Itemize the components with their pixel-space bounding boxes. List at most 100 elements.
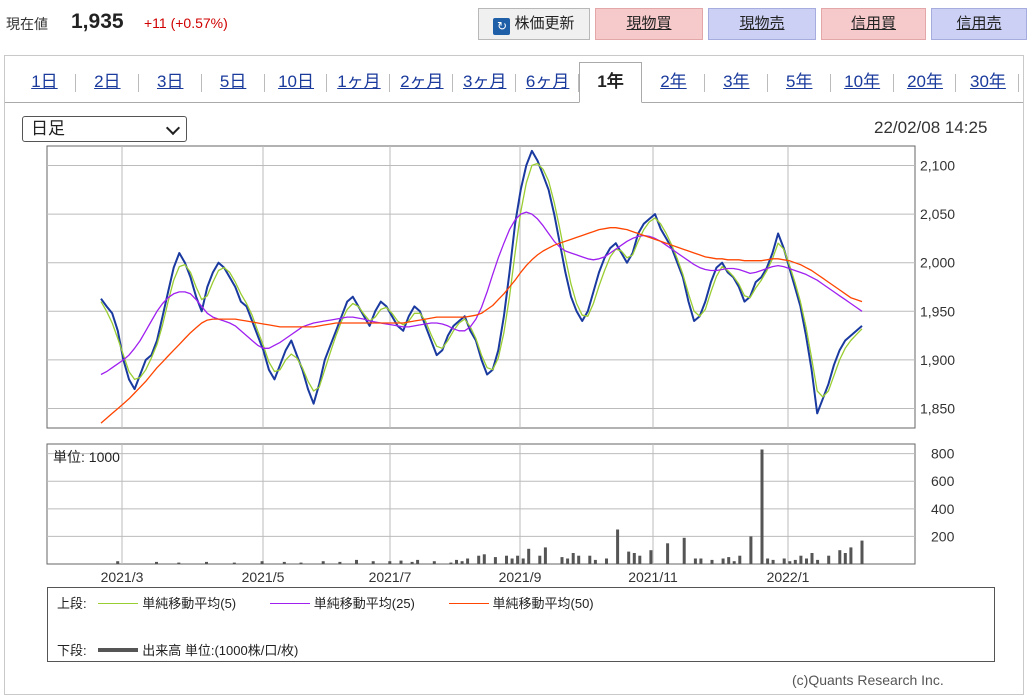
legend-ma50-label: 単純移動平均(50)	[492, 596, 594, 611]
volume-bar-69	[482, 554, 486, 564]
volume-bar-73	[505, 555, 508, 564]
volume-bar-46	[355, 559, 358, 564]
volume-bar-64	[455, 559, 458, 564]
volume-bar-24	[232, 562, 236, 564]
volume-bar-71	[493, 557, 497, 564]
volume-bar-107	[693, 558, 697, 564]
legend-upper-row: 上段: 単純移動平均(5) 単純移動平均(25) 単純移動平均(50)	[57, 593, 594, 612]
x-tick-1: 2021/5	[242, 569, 285, 585]
volume-bar-97	[638, 555, 642, 564]
x-tick-2: 2021/7	[369, 569, 412, 585]
volume-bar-65	[460, 561, 464, 564]
volume-bar-68	[477, 555, 481, 564]
volume-bar-86	[577, 555, 581, 564]
volume-bar-127	[805, 558, 808, 564]
price-y-tick-4: 2,050	[920, 206, 955, 222]
volume-bar-49	[371, 561, 375, 564]
volume-bar-80	[543, 547, 547, 564]
legend-ma25-swatch	[269, 603, 310, 604]
volume-bar-10	[155, 561, 158, 564]
volume-bar-102	[666, 543, 670, 564]
volume-bar-83	[560, 557, 564, 564]
volume-bar-36	[299, 562, 303, 564]
volume-bar-110	[710, 559, 714, 564]
volume-bar-63	[449, 562, 453, 564]
volume-bar-114	[732, 561, 736, 564]
volume-bar-121	[771, 559, 775, 564]
volume-bar-76	[521, 558, 525, 564]
volume-bar-79	[538, 555, 542, 564]
legend-lower-label: 下段:	[57, 643, 87, 658]
volume-y-tick-3: 800	[931, 446, 955, 462]
volume-bar-134	[843, 553, 847, 564]
volume-bar-112	[721, 558, 725, 564]
legend-volume-swatch	[98, 648, 139, 652]
legend-lower-row: 下段: 出来高 単位:(1000株/口/枚)	[57, 640, 298, 659]
volume-bar-133	[838, 550, 842, 564]
legend-volume-label: 出来高 単位:(1000株/口/枚)	[142, 643, 299, 658]
volume-bar-124	[788, 561, 792, 564]
volume-bar-95	[627, 551, 631, 564]
volume-unit-label: 単位: 1000	[53, 449, 120, 465]
volume-bar-56	[410, 561, 414, 564]
volume-bar-137	[860, 540, 864, 564]
volume-bar-89	[593, 559, 597, 564]
volume-bar-123	[782, 558, 786, 564]
copyright: (c)Quants Research Inc.	[792, 672, 944, 688]
volume-bar-131	[827, 555, 831, 564]
volume-bar-57	[416, 559, 420, 564]
x-tick-5: 2022/1	[767, 569, 810, 585]
volume-bar-77	[527, 548, 531, 564]
volume-y-tick-1: 400	[931, 501, 955, 517]
x-tick-3: 2021/9	[499, 569, 542, 585]
volume-bar-113	[727, 557, 731, 564]
volume-bar-3	[116, 561, 120, 564]
volume-bar-135	[849, 547, 853, 564]
price-y-tick-5: 2,100	[920, 157, 955, 173]
volume-bar-75	[516, 555, 520, 564]
volume-bar-117	[749, 536, 753, 564]
volume-plot-frame	[46, 443, 916, 565]
legend-upper-label: 上段:	[57, 596, 87, 611]
price-y-tick-0: 1,850	[920, 401, 955, 417]
volume-bar-91	[605, 558, 608, 564]
volume-y-tick-0: 200	[931, 528, 955, 544]
price-y-tick-1: 1,900	[920, 352, 955, 368]
legend-ma5-label: 単純移動平均(5)	[142, 596, 237, 611]
volume-bar-126	[799, 555, 803, 564]
volume-bar-40	[321, 561, 325, 564]
legend-ma25-label: 単純移動平均(25)	[313, 596, 415, 611]
legend-ma50-swatch	[448, 603, 489, 604]
volume-bar-19	[205, 561, 208, 564]
volume-bar-125	[793, 559, 797, 564]
volume-bar-93	[616, 529, 620, 564]
chart-legend: 上段: 単純移動平均(5) 単純移動平均(25) 単純移動平均(50) 下段: …	[47, 587, 995, 662]
price-plot-frame	[46, 145, 916, 429]
volume-bar-54	[399, 560, 403, 564]
legend-ma5-swatch	[98, 603, 139, 604]
volume-bar-108	[699, 558, 703, 564]
volume-bar-120	[766, 558, 770, 564]
price-y-tick-3: 2,000	[920, 255, 955, 271]
x-tick-0: 2021/3	[101, 569, 144, 585]
volume-bar-60	[432, 561, 436, 564]
volume-bar-14	[177, 562, 181, 564]
price-y-tick-2: 1,950	[920, 303, 955, 319]
volume-bar-29	[260, 561, 264, 564]
x-tick-4: 2021/11	[628, 569, 678, 585]
volume-bar-33	[282, 561, 286, 564]
volume-bar-85	[571, 553, 575, 564]
volume-bar-74	[510, 558, 514, 564]
volume-bar-119	[760, 449, 764, 564]
volume-bar-52	[388, 561, 392, 564]
volume-y-tick-2: 600	[931, 473, 955, 489]
volume-bar-43	[338, 561, 342, 564]
volume-bar-84	[566, 558, 570, 564]
volume-bar-129	[816, 559, 820, 564]
volume-bar-128	[810, 553, 814, 564]
volume-bar-99	[649, 550, 653, 564]
volume-bar-96	[632, 553, 636, 564]
volume-bar-115	[738, 555, 742, 564]
volume-bar-66	[466, 558, 470, 564]
volume-bar-105	[682, 537, 686, 564]
